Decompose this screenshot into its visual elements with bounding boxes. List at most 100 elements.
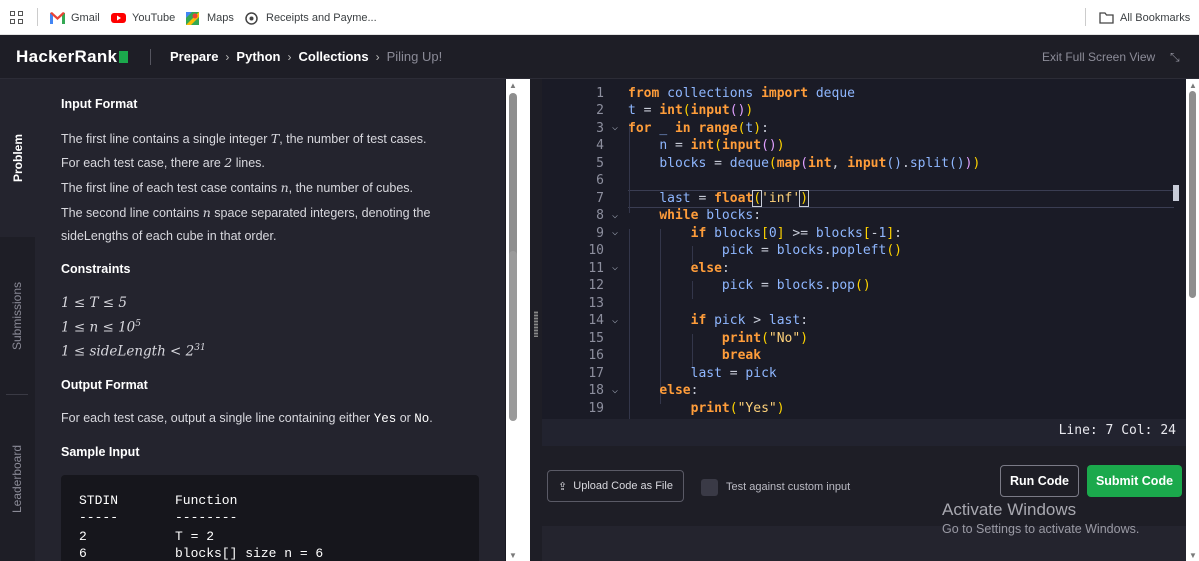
sample-input-box: STDIN Function ----- -------- 2 T = 2 6 … xyxy=(61,475,479,561)
input-line: The first line of each test case contain… xyxy=(61,180,414,195)
bookmark-label: Gmail xyxy=(71,11,100,24)
tab-problem[interactable]: Problem xyxy=(0,79,35,237)
bookmarks-divider xyxy=(1085,8,1086,26)
line-number: 12 xyxy=(588,278,604,293)
upload-label: Upload Code as File xyxy=(573,480,673,492)
breadcrumb: Prepare › Python › Collections › Piling … xyxy=(170,49,442,64)
sample-cell: 2 xyxy=(79,529,87,544)
chevron-right-icon: › xyxy=(287,49,292,64)
tab-leaderboard[interactable]: Leaderboard xyxy=(0,399,35,559)
constraints-heading: Constraints xyxy=(61,262,131,276)
problem-scrollbar[interactable]: ▲ ▼ xyxy=(506,79,530,561)
breadcrumb-current: Piling Up! xyxy=(386,49,443,64)
chevron-down-icon[interactable]: ⌵ xyxy=(612,227,618,238)
chevron-down-icon[interactable]: ⌵ xyxy=(612,262,618,273)
breadcrumb-prepare[interactable]: Prepare xyxy=(170,49,218,64)
code-line: from collections import deque xyxy=(628,86,855,101)
breadcrumb-collections[interactable]: Collections xyxy=(298,49,368,64)
all-bookmarks-label: All Bookmarks xyxy=(1120,11,1191,24)
custom-input-checkbox[interactable] xyxy=(701,479,718,496)
code-line: last = pick xyxy=(690,366,777,381)
code-editor[interactable]: 1 2 3 4 5 6 7 8 9 10 11 12 13 14 15 16 17 18 19 ⌵ ⌵ ⌵ ⌵ ⌵ … xyxy=(542,79,1186,419)
collapse-icon[interactable]: ⤡ xyxy=(1170,50,1180,65)
bookmark-receipts[interactable]: Receipts and Payme... xyxy=(245,0,377,35)
code-line: t = int(input()) xyxy=(628,103,754,118)
code-line: print("No") xyxy=(721,331,809,346)
logo-text: HackerRank xyxy=(16,47,118,66)
sample-rule: ----- xyxy=(79,510,119,525)
exit-fullscreen-link[interactable]: Exit Full Screen View xyxy=(1042,50,1155,64)
app-header: HackerRank Prepare › Python › Collection… xyxy=(0,35,1199,79)
code-line: for _ in range(t): xyxy=(628,121,769,136)
line-number: 7 xyxy=(596,191,604,206)
tab-submissions[interactable]: Submissions xyxy=(0,237,35,394)
tab-label: Submissions xyxy=(10,281,25,350)
submit-code-button[interactable]: Submit Code xyxy=(1087,465,1182,497)
code-line: n = int(input()) xyxy=(659,138,785,153)
sample-cell: T = 2 xyxy=(175,529,215,544)
line-number: 11 xyxy=(588,261,604,276)
breadcrumb-python[interactable]: Python xyxy=(236,49,280,64)
header-divider xyxy=(150,49,151,65)
editor-scrollbar[interactable]: ▲ ▼ xyxy=(1186,79,1199,561)
sample-rule: -------- xyxy=(175,510,238,525)
bookmark-gmail[interactable]: Gmail xyxy=(50,0,100,35)
output-format-heading: Output Format xyxy=(61,378,148,392)
custom-input-label: Test against custom input xyxy=(726,481,851,493)
bookmarks-divider xyxy=(37,8,38,26)
line-number: 1 xyxy=(596,86,604,101)
code-line: else: xyxy=(659,383,699,398)
chevron-down-icon[interactable]: ⌵ xyxy=(612,385,618,396)
code-line: else: xyxy=(690,261,730,276)
chevron-right-icon: › xyxy=(225,49,230,64)
sample-cell: 6 xyxy=(79,546,87,561)
line-number: 2 xyxy=(596,103,604,118)
hackerrank-logo[interactable]: HackerRank xyxy=(16,47,129,67)
bookmark-maps[interactable]: Maps xyxy=(186,0,234,35)
scrollbar-thumb[interactable] xyxy=(509,251,517,421)
line-number: 9 xyxy=(596,226,604,241)
line-number: 3 xyxy=(596,121,604,136)
panel-splitter[interactable] xyxy=(530,79,542,561)
scroll-up-icon[interactable]: ▲ xyxy=(1189,81,1197,90)
code-line: if blocks[0] >= blocks[-1]: xyxy=(690,226,902,241)
code-line: pick = blocks.popleft() xyxy=(721,243,902,258)
cursor-position: Line: 7 Col: 24 xyxy=(1058,423,1176,438)
line-number: 17 xyxy=(588,366,604,381)
chevron-right-icon: › xyxy=(375,49,380,64)
chevron-down-icon[interactable]: ⌵ xyxy=(612,122,618,133)
line-number: 14 xyxy=(588,313,604,328)
side-tabs: Problem Submissions Leaderboard xyxy=(0,79,35,561)
chevron-down-icon[interactable]: ⌵ xyxy=(612,210,618,221)
scrollbar-thumb[interactable] xyxy=(1189,91,1196,298)
tab-label: Leaderboard xyxy=(10,444,25,514)
line-number: 8 xyxy=(596,208,604,223)
input-line: The first line contains a single integer… xyxy=(61,131,427,146)
scroll-up-icon[interactable]: ▲ xyxy=(509,81,517,90)
windows-activation-watermark: Activate Windows Go to Settings to activ… xyxy=(942,500,1139,536)
line-number: 6 xyxy=(596,173,604,188)
watermark-subtitle: Go to Settings to activate Windows. xyxy=(942,522,1140,536)
line-number: 15 xyxy=(588,331,604,346)
chevron-down-icon[interactable]: ⌵ xyxy=(612,315,618,326)
scroll-down-icon[interactable]: ▼ xyxy=(1189,551,1197,560)
output-format-text: For each test case, output a single line… xyxy=(61,411,433,426)
code-line: break xyxy=(721,348,762,363)
run-code-button[interactable]: Run Code xyxy=(1000,465,1079,497)
drag-handle-icon[interactable] xyxy=(534,311,538,337)
scroll-down-icon[interactable]: ▼ xyxy=(509,551,517,560)
line-number: 13 xyxy=(588,296,604,311)
sample-header-stdin: STDIN xyxy=(79,493,119,508)
input-line: The second line contains n space separat… xyxy=(61,205,431,220)
code-line: last = float('inf') xyxy=(659,190,810,207)
editor-status-bar: Line: 7 Col: 24 xyxy=(542,419,1186,446)
bookmark-youtube[interactable]: YouTube xyxy=(111,0,175,35)
watermark-title: Activate Windows xyxy=(942,500,1077,519)
receipts-icon xyxy=(245,11,260,25)
apps-grid-icon[interactable] xyxy=(10,11,24,25)
input-format-heading: Input Format xyxy=(61,97,138,111)
all-bookmarks[interactable]: All Bookmarks xyxy=(1099,0,1190,35)
code-line: print("Yes") xyxy=(690,401,785,416)
upload-code-button[interactable]: ⇪ Upload Code as File xyxy=(547,470,684,502)
code-line: pick = blocks.pop() xyxy=(721,278,871,293)
